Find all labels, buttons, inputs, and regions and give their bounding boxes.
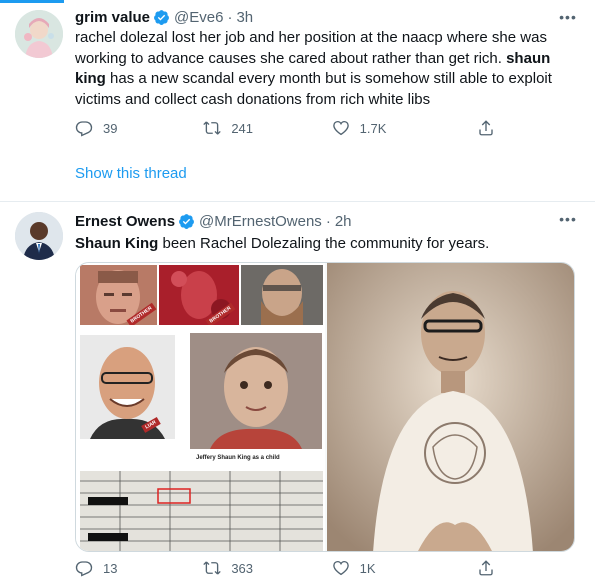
user-handle[interactable]: @Eve6 — [174, 9, 223, 26]
avatar[interactable] — [15, 212, 63, 260]
retweet-icon — [203, 561, 222, 575]
more-options-icon[interactable]: ••• — [557, 8, 579, 26]
heart-icon — [332, 560, 349, 576]
collage-photo-child — [190, 333, 322, 449]
reply-count: 13 — [103, 560, 118, 576]
share-icon — [479, 560, 493, 576]
verified-badge-icon — [178, 213, 195, 230]
avatar[interactable] — [15, 10, 63, 58]
media-photo-right[interactable] — [327, 263, 574, 551]
media-collage-image[interactable]: BROTHER BROTHER LIAR Jeffery Shaun King … — [76, 263, 325, 551]
share-button[interactable] — [477, 119, 505, 137]
tweet-text-part: been Rachel Dolezaling the community for… — [158, 235, 490, 252]
retweet-icon — [203, 121, 222, 135]
tweet-text-part: has a new scandal every month but is som… — [75, 70, 552, 108]
tweet-timestamp[interactable]: 3h — [236, 9, 253, 26]
reply-button[interactable]: 39 — [75, 119, 203, 137]
reply-button[interactable]: 13 — [75, 559, 203, 577]
tweet-grim-value[interactable]: grim value @Eve6 · 3h ••• rachel dolezal… — [0, 0, 595, 202]
heart-icon — [332, 120, 349, 136]
collage-face-3 — [241, 265, 323, 325]
share-icon — [479, 120, 493, 136]
like-count: 1.7K — [359, 120, 387, 136]
retweet-count: 241 — [231, 120, 254, 136]
tweet-text: Shaun King been Rachel Dolezaling the co… — [75, 234, 580, 255]
display-name[interactable]: grim value — [75, 9, 150, 26]
show-thread-link[interactable]: Show this thread — [75, 165, 187, 182]
collage-document — [80, 471, 323, 551]
like-button[interactable]: 1K — [332, 559, 460, 577]
separator-dot: · — [227, 8, 233, 26]
collage-face-1: BROTHER — [80, 265, 157, 325]
share-button[interactable] — [477, 559, 505, 577]
tweet-timestamp[interactable]: 2h — [335, 213, 352, 230]
collage-face-2: BROTHER — [159, 265, 239, 325]
tweet-text-bold: Shaun King — [75, 235, 159, 252]
retweet-count: 363 — [231, 560, 254, 576]
reply-icon — [75, 561, 93, 577]
reply-count: 39 — [103, 120, 118, 136]
collage-caption: Jeffery Shaun King as a child — [196, 455, 280, 461]
more-options-icon[interactable]: ••• — [557, 210, 579, 228]
like-button[interactable]: 1.7K — [332, 119, 460, 137]
tweet-text: rachel dolezal lost her job and her posi… — [75, 28, 580, 110]
collage-photo-adult: LIAR — [80, 335, 175, 439]
tweet-actions: 13 363 1K — [75, 557, 505, 579]
verified-badge-icon — [153, 9, 170, 26]
tweet-header: grim value @Eve6 · 3h — [75, 6, 253, 28]
display-name[interactable]: Ernest Owens — [75, 213, 175, 230]
separator-dot: · — [325, 212, 331, 230]
tweet-media[interactable]: BROTHER BROTHER LIAR Jeffery Shaun King … — [75, 262, 575, 552]
user-handle[interactable]: @MrErnestOwens — [199, 213, 322, 230]
tweet-text-part: rachel dolezal lost her job and her posi… — [75, 29, 547, 67]
tweet-actions: 39 241 1.7K — [75, 117, 505, 139]
reply-icon — [75, 121, 93, 137]
retweet-button[interactable]: 363 — [203, 559, 331, 577]
tweet-ernest-owens[interactable]: Ernest Owens @MrErnestOwens · 2h ••• Sha… — [0, 202, 595, 582]
retweet-button[interactable]: 241 — [203, 119, 331, 137]
like-count: 1K — [359, 560, 376, 576]
tweet-header: Ernest Owens @MrErnestOwens · 2h — [75, 210, 352, 232]
